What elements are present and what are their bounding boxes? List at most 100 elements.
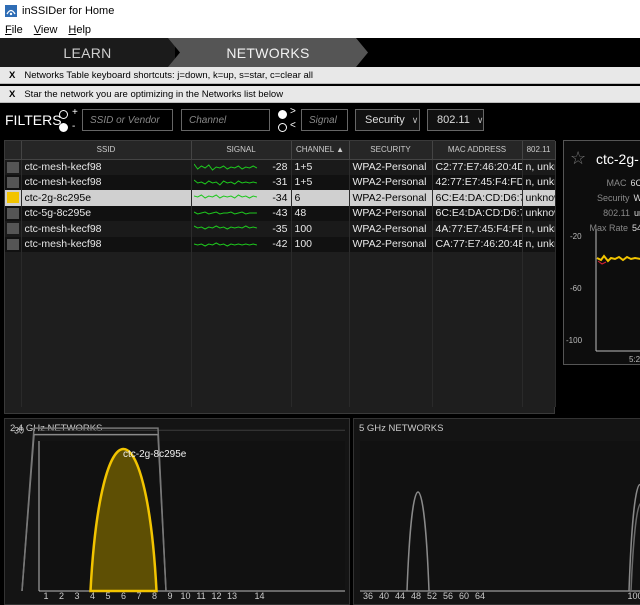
chevron-down-icon: ∨: [476, 114, 484, 125]
table-row[interactable]: ctc-mesh-kecf98 -28 1+5 WPA2-Personal C2:77:…: [5, 159, 556, 175]
signal-sparkline-line: [193, 194, 257, 199]
empty-cell: [5, 283, 22, 299]
empty-row: [5, 267, 556, 283]
empty-row: [5, 329, 556, 345]
empty-cell: [432, 376, 523, 392]
graph-5ghz-panel: 5 GHz NETWORKS 3640444852566064100: [353, 418, 640, 605]
detail-protocol-label: 802.11: [603, 208, 630, 218]
row-star-cell[interactable]: [5, 221, 22, 237]
star-toggle-icon[interactable]: [6, 238, 19, 250]
detail-mac-value: 6C: [630, 178, 640, 188]
row-star-cell[interactable]: [5, 236, 22, 252]
empty-cell: [5, 376, 22, 392]
signal-greater-radio[interactable]: [278, 110, 287, 119]
column-security[interactable]: SECURITY: [349, 141, 433, 160]
table-row[interactable]: ctc-2g-8c295e -34 6 WPA2-Personal 6C:E4:DA:C…: [5, 190, 556, 206]
row-star-cell[interactable]: [5, 190, 22, 206]
star-toggle-icon[interactable]: [6, 161, 19, 173]
history-signal-min-line: [597, 260, 607, 265]
signal-input[interactable]: Signal: [301, 109, 348, 131]
cell-channel: 1+5: [291, 159, 350, 175]
ssid-include-radio[interactable]: [59, 110, 68, 119]
graph-24ghz-x-tick: 5: [105, 591, 110, 601]
cell-mac: 4A:77:E7:45:F4:FE: [432, 221, 523, 237]
ssid-exclude-radio[interactable]: [59, 123, 68, 132]
empty-cell: [291, 283, 350, 299]
signal-sparkline-line: [193, 163, 257, 171]
row-star-cell[interactable]: [5, 159, 22, 175]
column-mac-address[interactable]: MAC ADDRESS: [432, 141, 523, 160]
signal-less-radio[interactable]: [278, 123, 287, 132]
menu-view[interactable]: View: [34, 24, 58, 36]
graph-24ghz-x-tick: 8: [152, 591, 157, 601]
graph-5ghz-x-tick: 56: [443, 591, 453, 601]
signal-value: -42: [272, 238, 288, 251]
empty-cell: [432, 345, 523, 361]
empty-cell: [522, 391, 556, 407]
empty-cell: [522, 329, 556, 345]
graph-5ghz-x-tick: 48: [411, 591, 421, 601]
empty-cell: [21, 267, 192, 283]
cell-security: WPA2-Personal: [349, 159, 433, 175]
empty-cell: [291, 391, 350, 407]
star-icon[interactable]: ☆: [570, 148, 586, 169]
menu-help[interactable]: Help: [68, 24, 91, 36]
empty-cell: [432, 329, 523, 345]
column-protocol[interactable]: 802.11: [522, 141, 556, 160]
signal-sparkline-line: [193, 241, 257, 247]
signal-sparkline-line: [193, 210, 257, 215]
table-row[interactable]: ctc-5g-8c295e -43 48 WPA2-Personal 6C:E4:DA:…: [5, 205, 556, 221]
channel-input[interactable]: Channel: [181, 109, 270, 131]
greater-sign: >: [290, 106, 296, 117]
ssid-vendor-input[interactable]: SSID or Vendor: [82, 109, 173, 131]
security-filter-dropdown[interactable]: Security ∨: [355, 109, 420, 131]
empty-cell: [191, 360, 292, 376]
star-toggle-icon[interactable]: [6, 207, 19, 219]
cell-signal: -28: [191, 159, 292, 175]
protocol-filter-dropdown[interactable]: 802.11 ∨: [427, 109, 484, 131]
table-row[interactable]: ctc-mesh-kecf98 -35 100 WPA2-Personal 4A:77:…: [5, 221, 556, 237]
empty-cell: [21, 360, 192, 376]
row-star-cell[interactable]: [5, 174, 22, 190]
row-star-cell[interactable]: [5, 205, 22, 221]
star-toggle-icon[interactable]: [6, 223, 19, 235]
tab-learn[interactable]: LEARN: [0, 38, 175, 67]
star-toggle-icon[interactable]: [6, 176, 19, 188]
detail-security-value: W: [634, 193, 640, 203]
column-channel[interactable]: CHANNEL ▲: [291, 141, 350, 160]
tab-networks[interactable]: NETWORKS: [168, 38, 368, 67]
cell-channel: 6: [291, 190, 350, 206]
table-row[interactable]: ctc-mesh-kecf98 -31 1+5 WPA2-Personal 42:77:…: [5, 174, 556, 190]
cell-security: WPA2-Personal: [349, 205, 433, 221]
column-ssid[interactable]: SSID: [21, 141, 192, 160]
networks-table-panel: SSID SIGNAL CHANNEL ▲ SECURITY MAC ADDRE…: [4, 140, 556, 414]
graph-24ghz-x-tick: 11: [196, 591, 205, 601]
menu-file[interactable]: File: [5, 24, 23, 36]
empty-cell: [21, 252, 192, 268]
graph-24ghz-x-tick: 2: [59, 591, 64, 601]
empty-cell: [522, 314, 556, 330]
signal-sparkline: [193, 179, 257, 186]
signal-value: -43: [272, 207, 288, 220]
starred-marker-icon[interactable]: [6, 192, 19, 204]
empty-cell: [191, 391, 292, 407]
empty-cell: [5, 360, 22, 376]
signal-history-chart: -20 -60 -100 5:2: [566, 229, 640, 364]
shortcuts-close-button[interactable]: X: [9, 70, 15, 81]
star-tip-close-button[interactable]: X: [9, 89, 15, 100]
graph-24ghz-panel: 2.4 GHz NETWORKS -30-40-50-60-70-80-9012…: [4, 418, 350, 605]
table-row[interactable]: ctc-mesh-kecf98 -42 100 WPA2-Personal CA:77:…: [5, 236, 556, 252]
empty-cell: [349, 345, 433, 361]
star-column-header[interactable]: [5, 141, 22, 160]
history-x-tick: 5:2: [629, 355, 640, 364]
empty-cell: [349, 376, 433, 392]
empty-cell: [291, 298, 350, 314]
graph-24ghz-x-tick: 1: [43, 591, 48, 601]
security-filter-label: Security: [365, 114, 405, 126]
column-signal[interactable]: SIGNAL: [191, 141, 292, 160]
detail-ssid: ctc-2g-: [596, 151, 639, 167]
empty-cell: [349, 252, 433, 268]
menu-bar: File View Help: [0, 22, 640, 38]
graph-24ghz-x-tick: 10: [180, 591, 190, 601]
signal-value: -31: [272, 176, 288, 189]
